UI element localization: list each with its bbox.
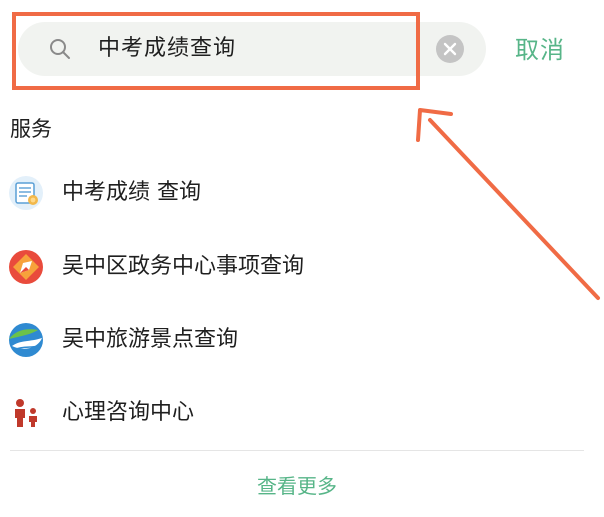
certificate-icon bbox=[9, 176, 43, 210]
compass-diamond-icon bbox=[9, 250, 43, 284]
divider bbox=[10, 450, 584, 451]
close-icon bbox=[443, 42, 457, 56]
service-label: 中考成绩 查询 bbox=[62, 180, 201, 205]
service-label: 心理咨询中心 bbox=[62, 400, 195, 425]
travel-landscape-icon bbox=[9, 323, 43, 357]
view-more-link[interactable]: 查看更多 bbox=[0, 468, 594, 504]
service-item-tourism[interactable]: 吴中旅游景点查询 bbox=[0, 320, 480, 360]
service-item-exam-score[interactable]: 中考成绩 查询 bbox=[0, 173, 480, 213]
highlight-box bbox=[12, 12, 420, 90]
cancel-button[interactable]: 取消 bbox=[515, 30, 565, 70]
service-item-counseling[interactable]: 心理咨询中心 bbox=[0, 393, 480, 433]
service-label: 吴中旅游景点查询 bbox=[62, 327, 239, 352]
family-people-icon bbox=[15, 399, 37, 427]
service-label: 吴中区政务中心事项查询 bbox=[62, 254, 305, 279]
service-item-gov-center[interactable]: 吴中区政务中心事项查询 bbox=[0, 247, 480, 287]
section-title: 服务 bbox=[10, 117, 52, 141]
clear-search-button[interactable] bbox=[436, 35, 464, 63]
